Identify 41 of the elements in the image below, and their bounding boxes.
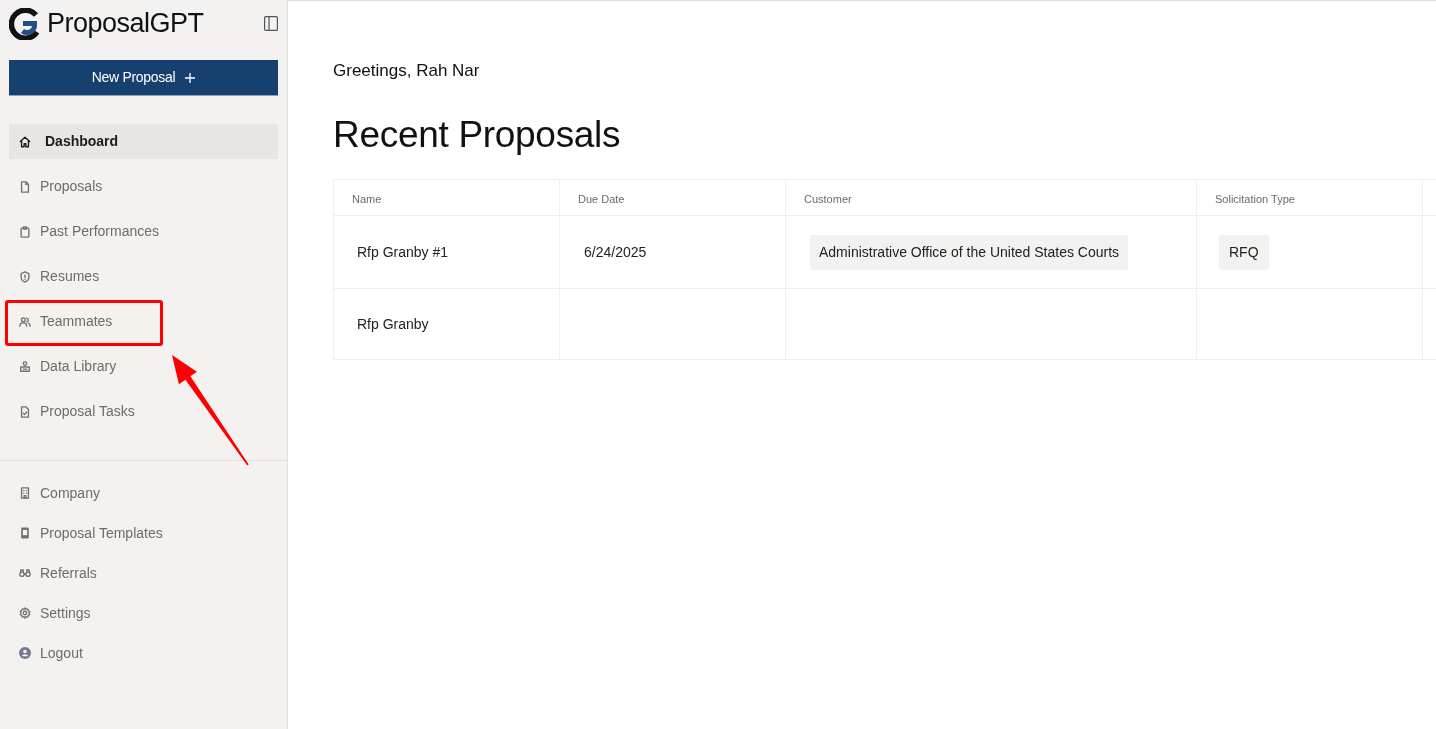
binoculars-icon: [19, 567, 31, 579]
nav-item[interactable]: Proposal Tasks: [9, 394, 278, 429]
nav-item[interactable]: Dashboard: [9, 124, 278, 159]
task-file-icon: [19, 405, 31, 418]
sidebar-toggle-button[interactable]: [264, 16, 278, 31]
nav-item[interactable]: Proposals: [9, 169, 278, 204]
nav-item[interactable]: Company: [9, 478, 278, 508]
logo-icon: [9, 7, 41, 40]
nav-item[interactable]: Past Performances: [9, 214, 278, 249]
nav-item[interactable]: Referrals: [9, 558, 278, 588]
user-circle-icon: [19, 647, 31, 659]
column-header: Customer: [804, 192, 852, 205]
table-cell: Rfp Granby #1: [357, 244, 449, 260]
nav-item[interactable]: Data Library: [9, 349, 278, 384]
building-icon: [19, 487, 31, 499]
clipboard-icon: [19, 225, 31, 238]
users-icon: [19, 315, 31, 328]
sidebar-toggle-icon: [264, 16, 278, 31]
nav-item[interactable]: Logout: [9, 638, 278, 668]
table-cell: 6/24/2025: [584, 244, 647, 260]
template-icon: [19, 527, 31, 539]
home-icon: [19, 135, 31, 148]
document-icon: [19, 180, 31, 193]
shield-icon: [19, 270, 31, 283]
table-cell: Rfp Granby: [357, 316, 429, 332]
customer-tag: Administrative Office of the United States Courts: [810, 234, 1129, 270]
nav-item[interactable]: Settings: [9, 598, 278, 628]
nav-item[interactable]: Proposal Templates: [9, 518, 278, 548]
column-header: Name: [352, 192, 382, 205]
nav-item[interactable]: Resumes: [9, 259, 278, 294]
greeting-text: Greetings, Rah Nar: [333, 60, 481, 82]
logo-text: ProposalGPT: [47, 10, 204, 37]
new-proposal-button[interactable]: New Proposal: [9, 60, 278, 96]
column-header: Solicitation Type: [1215, 192, 1295, 205]
page-title: Recent Proposals: [333, 113, 622, 157]
type-tag: RFQ: [1219, 234, 1269, 270]
nav-item[interactable]: Teammates: [9, 304, 278, 339]
plus-icon: [185, 72, 196, 83]
column-header: Due Date: [578, 192, 625, 205]
stack-icon: [19, 360, 31, 373]
gear-icon: [19, 607, 31, 619]
